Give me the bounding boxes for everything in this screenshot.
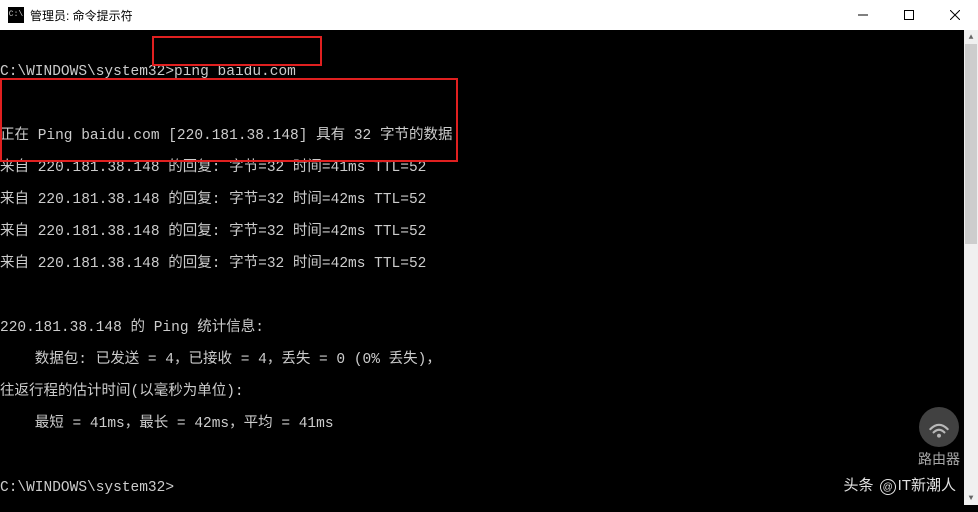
- close-button[interactable]: [932, 0, 978, 30]
- minimize-button[interactable]: [840, 0, 886, 30]
- at-icon: @: [880, 479, 896, 495]
- scrollbar-track[interactable]: [964, 44, 978, 491]
- prompt: C:\WINDOWS\system32>: [0, 480, 174, 496]
- scrollbar-thumb[interactable]: [965, 44, 977, 244]
- ping-reply-line: 来自 220.181.38.148 的回复: 字节=32 时间=42ms TTL…: [0, 192, 964, 208]
- rtt-header-line: 往返行程的估计时间(以毫秒为单位):: [0, 384, 964, 400]
- router-icon: [919, 407, 959, 447]
- window-titlebar: C:\ 管理员: 命令提示符: [0, 0, 978, 30]
- router-label: 路由器: [918, 449, 960, 469]
- watermark-author: IT新潮人: [898, 477, 956, 494]
- scrollbar-up-arrow[interactable]: ▲: [964, 30, 978, 44]
- terminal-area[interactable]: C:\WINDOWS\system32>ping baidu.com 正在 Pi…: [0, 30, 964, 505]
- window-controls: [840, 0, 978, 30]
- ping-header-line: 正在 Ping baidu.com [220.181.38.148] 具有 32…: [0, 128, 964, 144]
- watermark-source: 头条: [843, 477, 873, 494]
- rtt-values-line: 最短 = 41ms，最长 = 42ms，平均 = 41ms: [0, 416, 964, 432]
- vertical-scrollbar[interactable]: ▲ ▼: [964, 30, 978, 505]
- ping-reply-line: 来自 220.181.38.148 的回复: 字节=32 时间=42ms TTL…: [0, 224, 964, 240]
- maximize-button[interactable]: [886, 0, 932, 30]
- prompt: C:\WINDOWS\system32>: [0, 64, 174, 80]
- router-watermark: 路由器: [918, 407, 960, 469]
- command-input: ping baidu.com: [174, 64, 296, 80]
- ping-reply-line: 来自 220.181.38.148 的回复: 字节=32 时间=41ms TTL…: [0, 160, 964, 176]
- ping-reply-line: 来自 220.181.38.148 的回复: 字节=32 时间=42ms TTL…: [0, 256, 964, 272]
- source-watermark: 头条 @IT新潮人: [843, 474, 956, 496]
- stats-packets-line: 数据包: 已发送 = 4，已接收 = 4，丢失 = 0 (0% 丢失)，: [0, 352, 964, 368]
- scrollbar-down-arrow[interactable]: ▼: [964, 491, 978, 505]
- stats-header-line: 220.181.38.148 的 Ping 统计信息:: [0, 320, 964, 336]
- window-title: 管理员: 命令提示符: [30, 7, 133, 24]
- cmd-icon: C:\: [8, 7, 24, 23]
